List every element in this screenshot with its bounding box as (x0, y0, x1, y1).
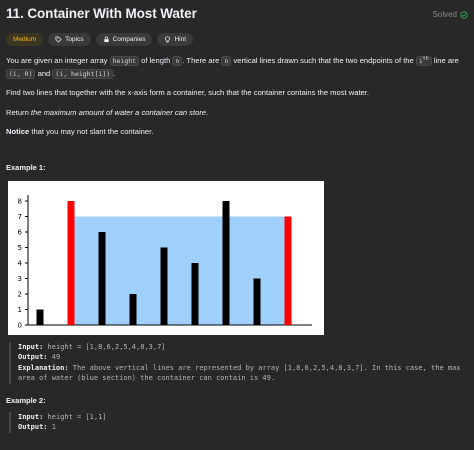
strong-text: Notice (6, 127, 30, 137)
input-value: height = [1,1] (47, 412, 107, 421)
solved-status: Solved (433, 10, 468, 19)
highlight-bar (67, 200, 75, 325)
output-value: 1 (51, 423, 56, 432)
y-tick-label: 8 (18, 197, 22, 205)
bar (98, 231, 106, 325)
output-label: Output: (18, 423, 48, 432)
emphasis: the maximum amount of water a container … (30, 107, 207, 117)
tag-icon (55, 36, 62, 43)
text: line are (431, 56, 459, 66)
y-tick-label: 2 (18, 290, 22, 298)
highlight-bar (284, 216, 292, 325)
bar (129, 293, 137, 325)
superscript: th (422, 56, 429, 62)
description-paragraph-1: You are given an integer array height of… (6, 53, 468, 80)
y-tick-label: 0 (18, 321, 22, 329)
bar (160, 247, 168, 325)
y-tick-label: 6 (18, 228, 23, 236)
inline-code: (i, 0) (6, 68, 36, 79)
text: . There are (182, 56, 222, 66)
bar (253, 278, 261, 325)
input-label: Input: (18, 412, 44, 421)
companies-label: Companies (112, 36, 146, 43)
container-chart: 0 1 2 3 4 5 6 7 8 (18, 194, 312, 329)
output-label: Output: (18, 353, 48, 362)
example-1-output-line: Output: 49 (18, 352, 461, 363)
y-tick-label: 7 (18, 213, 22, 221)
output-value: 49 (51, 353, 61, 362)
text: . (206, 107, 209, 117)
input-value: height = [1,8,6,2,5,4,8,3,7] (47, 342, 166, 351)
example-2-title: Example 2: (6, 395, 46, 405)
text: vertical lines drawn such that the two e… (231, 56, 416, 66)
y-tick-label: 5 (18, 244, 22, 252)
example-1-block: Input: height = [1,8,6,2,5,4,8,3,7] Outp… (9, 341, 461, 384)
input-label: Input: (18, 342, 44, 351)
hint-button[interactable]: Hint (157, 33, 194, 46)
text: and (35, 68, 53, 78)
lock-icon (103, 36, 109, 43)
text: that you may not slant the container. (29, 127, 154, 137)
solved-label: Solved (432, 10, 457, 19)
inline-code: height (109, 56, 140, 67)
inline-code: (i, height[i]) (52, 68, 114, 79)
y-tick-label: 4 (18, 259, 23, 267)
problem-description-panel: 11. Container With Most Water Solved Med… (6, 6, 468, 433)
example-1-explanation-line: Explanation: The above vertical lines ar… (18, 363, 461, 384)
description-paragraph-3: Return the maximum amount of water a con… (6, 107, 468, 120)
bar (191, 262, 199, 325)
example-2-block: Input: height = [1,1] Output: 1 (9, 411, 461, 433)
check-circle-icon (460, 10, 468, 19)
tag-row: Medium Topics Companies Hint (6, 33, 468, 46)
example-1-input-line: Input: height = [1,8,6,2,5,4,8,3,7] (18, 342, 461, 353)
example-2-output-line: Output: 1 (18, 422, 461, 433)
companies-button[interactable]: Companies (95, 33, 153, 46)
description-paragraph-4: Notice that you may not slant the contai… (6, 126, 468, 139)
example-1-title: Example 1: (6, 162, 46, 172)
difficulty-badge: Medium (6, 33, 44, 46)
text: You are given an integer array (6, 56, 110, 66)
inline-code: n (221, 56, 232, 67)
text: . (113, 68, 116, 78)
topics-button[interactable]: Topics (48, 33, 91, 46)
topics-label: Topics (65, 36, 84, 43)
example-2-input-line: Input: height = [1,1] (18, 412, 461, 423)
text: Return (6, 107, 31, 117)
inline-code: n (172, 56, 183, 67)
y-tick-label: 1 (18, 306, 22, 314)
problem-title[interactable]: 11. Container With Most Water (6, 6, 197, 21)
inline-code: ith (415, 56, 432, 67)
explanation-label: Explanation: (18, 363, 69, 372)
bar (222, 200, 230, 325)
example-1-figure: 0 1 2 3 4 5 6 7 8 (8, 180, 324, 335)
explanation-value: The above vertical lines are represented… (18, 363, 461, 383)
hint-label: Hint (174, 36, 187, 43)
text: of length (139, 56, 173, 66)
description-paragraph-2: Find two lines that together with the x-… (6, 88, 370, 98)
lightbulb-icon (165, 36, 171, 43)
title-row: 11. Container With Most Water Solved (6, 6, 468, 28)
bar (36, 309, 44, 325)
y-tick-label: 3 (18, 275, 22, 283)
